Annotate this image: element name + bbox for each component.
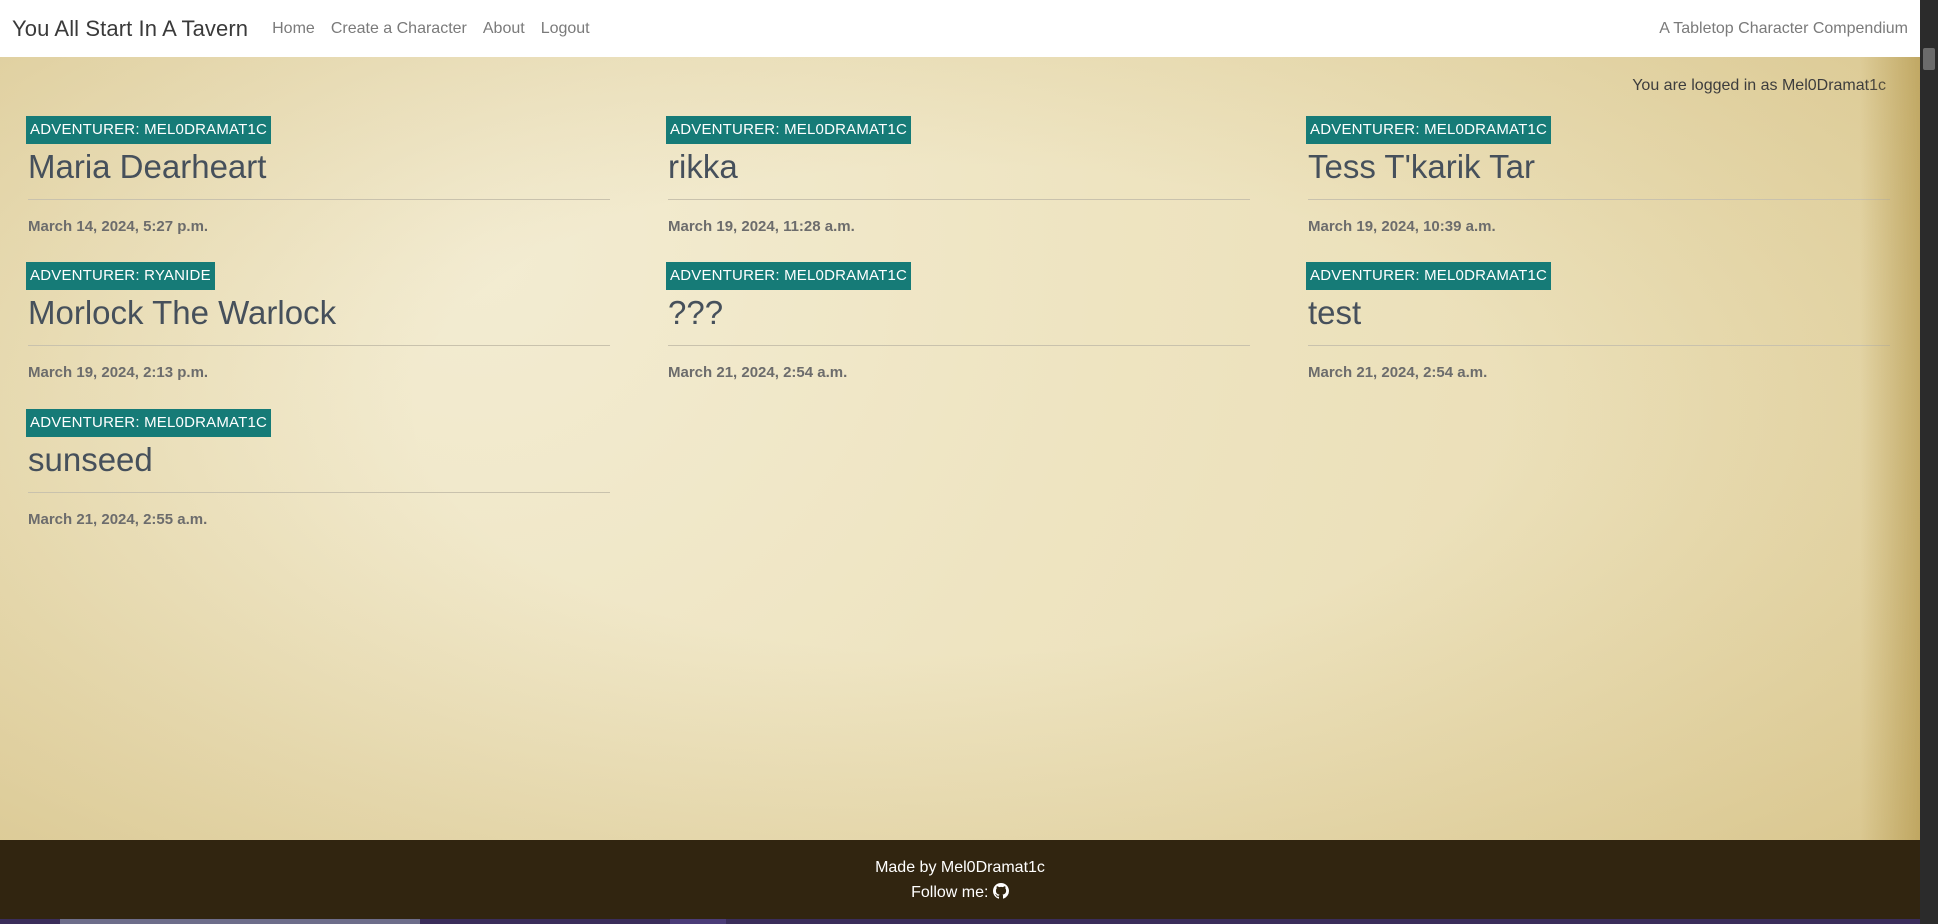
character-name[interactable]: rikka [668, 147, 1250, 187]
divider [28, 492, 610, 493]
taskbar-item[interactable] [60, 919, 420, 924]
character-name[interactable]: Tess T'karik Tar [1308, 147, 1890, 187]
taskbar-strip [0, 919, 1920, 924]
nav-link-logout[interactable]: Logout [541, 20, 590, 38]
footer-follow-label: Follow me: [911, 884, 989, 901]
divider [28, 199, 610, 200]
nav-link-create-character[interactable]: Create a Character [331, 20, 467, 38]
character-card[interactable]: ADVENTURER: MEL0DRAMAT1C rikka March 19,… [666, 116, 1250, 235]
divider [28, 345, 610, 346]
adventurer-badge: ADVENTURER: MEL0DRAMAT1C [666, 262, 912, 290]
page-scrollbar[interactable] [1920, 0, 1938, 924]
github-icon[interactable] [992, 883, 1009, 899]
scrollbar-thumb[interactable] [1923, 48, 1935, 70]
character-name[interactable]: sunseed [28, 440, 610, 480]
character-date: March 19, 2024, 10:39 a.m. [1308, 218, 1496, 235]
character-name[interactable]: Morlock The Warlock [28, 293, 610, 333]
adventurer-badge: ADVENTURER: RYANIDE [26, 262, 215, 290]
character-date: March 21, 2024, 2:55 a.m. [28, 511, 208, 528]
divider [1308, 345, 1890, 346]
footer: Made by Mel0Dramat1c Follow me: [0, 840, 1920, 919]
divider [668, 199, 1250, 200]
adventurer-badge: ADVENTURER: MEL0DRAMAT1C [1306, 262, 1552, 290]
nav-link-home[interactable]: Home [272, 20, 315, 38]
character-date: March 14, 2024, 5:27 p.m. [28, 218, 209, 235]
adventurer-badge: ADVENTURER: MEL0DRAMAT1C [1306, 116, 1552, 144]
nav-links: Home Create a Character About Logout [272, 20, 606, 38]
navbar: You All Start In A Tavern Home Create a … [0, 0, 1920, 57]
character-card[interactable]: ADVENTURER: MEL0DRAMAT1C Tess T'karik Ta… [1306, 116, 1890, 235]
character-date: March 19, 2024, 11:28 a.m. [668, 218, 855, 235]
character-card[interactable]: ADVENTURER: MEL0DRAMAT1C test March 21, … [1306, 262, 1890, 381]
site-tagline: A Tabletop Character Compendium [1659, 19, 1908, 37]
character-card[interactable]: ADVENTURER: MEL0DRAMAT1C sunseed March 2… [26, 409, 610, 528]
character-card[interactable]: ADVENTURER: MEL0DRAMAT1C ??? March 21, 2… [666, 262, 1250, 381]
character-card[interactable]: ADVENTURER: RYANIDE Morlock The Warlock … [26, 262, 610, 381]
divider [1308, 199, 1890, 200]
adventurer-badge: ADVENTURER: MEL0DRAMAT1C [26, 409, 272, 437]
nav-link-about[interactable]: About [483, 20, 525, 38]
character-name[interactable]: ??? [668, 293, 1250, 333]
character-date: March 21, 2024, 2:54 a.m. [1308, 364, 1488, 381]
main-content: You are logged in as Mel0Dramat1c ADVENT… [0, 57, 1920, 840]
taskbar-item[interactable] [670, 919, 726, 924]
character-date: March 21, 2024, 2:54 a.m. [668, 364, 848, 381]
character-card[interactable]: ADVENTURER: MEL0DRAMAT1C Maria Dearheart… [26, 116, 610, 235]
character-name[interactable]: test [1308, 293, 1890, 333]
character-date: March 19, 2024, 2:13 p.m. [28, 364, 209, 381]
adventurer-badge: ADVENTURER: MEL0DRAMAT1C [666, 116, 912, 144]
character-name[interactable]: Maria Dearheart [28, 147, 610, 187]
site-brand[interactable]: You All Start In A Tavern [12, 16, 248, 42]
footer-credit: Made by Mel0Dramat1c [875, 859, 1045, 876]
divider [668, 345, 1250, 346]
adventurer-badge: ADVENTURER: MEL0DRAMAT1C [26, 116, 272, 144]
page: You All Start In A Tavern Home Create a … [0, 0, 1920, 924]
footer-follow: Follow me: [0, 883, 1920, 902]
login-status: You are logged in as Mel0Dramat1c [1632, 77, 1886, 94]
